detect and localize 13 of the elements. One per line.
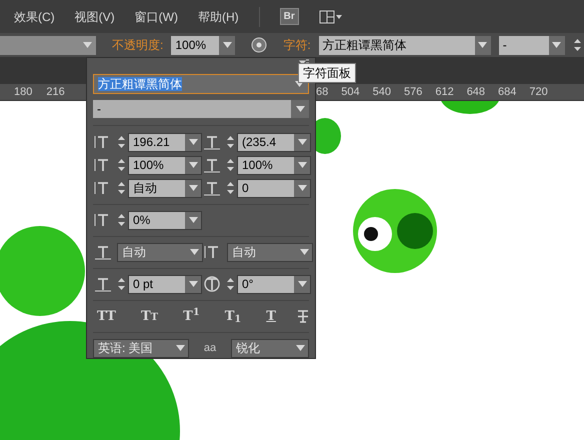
ruler-label: 216 (46, 84, 65, 100)
ruler-label: 504 (341, 84, 360, 100)
antialias-label: aa (204, 341, 216, 356)
ruler-label: 612 (435, 84, 454, 100)
ruler-label: 684 (498, 84, 516, 100)
ruler-label: 68 (316, 84, 328, 100)
ruler-label: 648 (466, 84, 486, 100)
tooltip: 字符面板 (298, 63, 356, 83)
ruler-label: 720 (529, 84, 548, 100)
ruler-label: 576 (404, 84, 422, 100)
ruler-label: 540 (372, 84, 391, 100)
ruler-label: 180 (14, 84, 32, 100)
opacity-label: 不透明度: (112, 37, 164, 54)
